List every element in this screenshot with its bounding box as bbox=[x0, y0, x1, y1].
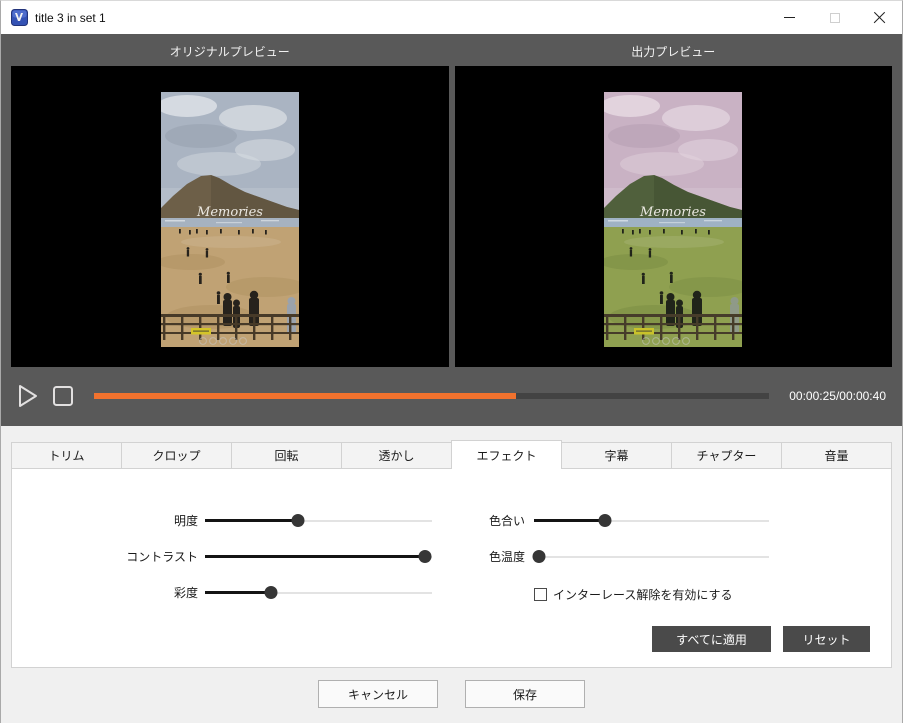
hue-slider[interactable] bbox=[534, 513, 769, 528]
seek-bar[interactable] bbox=[94, 393, 769, 399]
reset-button[interactable]: リセット bbox=[783, 626, 870, 652]
watermark-text: Memories bbox=[639, 205, 706, 220]
tab-subtitle[interactable]: 字幕 bbox=[562, 442, 671, 468]
saturation-label: 彩度 bbox=[102, 584, 198, 601]
output-preview-label: 出力プレビュー bbox=[455, 43, 893, 60]
app-window: title 3 in set 1 オリジナルプレビュー 出力プレビュー bbox=[0, 0, 903, 723]
brightness-slider[interactable] bbox=[205, 513, 432, 528]
stop-icon[interactable] bbox=[50, 383, 76, 409]
tab-chapter[interactable]: チャプター bbox=[671, 442, 781, 468]
cancel-button[interactable]: キャンセル bbox=[318, 680, 438, 708]
tab-trim[interactable]: トリム bbox=[11, 442, 121, 468]
color-temp-slider-handle[interactable] bbox=[532, 550, 545, 563]
minimize-icon[interactable] bbox=[767, 1, 812, 34]
output-preview-panel: Memories bbox=[455, 66, 893, 367]
hue-slider-handle[interactable] bbox=[598, 514, 611, 527]
contrast-label: コントラスト bbox=[102, 548, 198, 565]
editor-section: トリム クロップ 回転 透かし エフェクト 字幕 チャプター 音量 明度 bbox=[1, 426, 902, 723]
saturation-slider[interactable] bbox=[205, 585, 432, 600]
color-temp-slider[interactable] bbox=[534, 549, 769, 564]
deinterlace-checkbox[interactable] bbox=[534, 588, 547, 601]
deinterlace-label: インターレース解除を有効にする bbox=[553, 586, 733, 603]
original-preview-panel: Memories bbox=[11, 66, 449, 367]
saturation-slider-handle[interactable] bbox=[264, 586, 277, 599]
brightness-slider-handle[interactable] bbox=[292, 514, 305, 527]
tab-volume[interactable]: 音量 bbox=[781, 442, 892, 468]
contrast-slider[interactable] bbox=[205, 549, 432, 564]
time-display: 00:00:25/00:00:40 bbox=[789, 389, 886, 403]
contrast-slider-handle[interactable] bbox=[419, 550, 432, 563]
title-bar: title 3 in set 1 bbox=[1, 1, 902, 34]
hue-label: 色合い bbox=[475, 512, 525, 529]
tab-bar: トリム クロップ 回転 透かし エフェクト 字幕 チャプター 音量 bbox=[11, 439, 892, 468]
playback-controls: 00:00:25/00:00:40 bbox=[1, 367, 902, 425]
apply-all-button[interactable]: すべてに適用 bbox=[652, 626, 771, 652]
tab-rotate[interactable]: 回転 bbox=[231, 442, 341, 468]
seek-bar-fill bbox=[94, 393, 516, 399]
save-button[interactable]: 保存 bbox=[465, 680, 585, 708]
effect-panel: 明度 コントラスト 彩度 bbox=[11, 468, 892, 668]
window-title: title 3 in set 1 bbox=[35, 11, 106, 25]
output-preview-image: Memories bbox=[604, 92, 742, 347]
play-icon[interactable] bbox=[15, 383, 41, 409]
window-controls bbox=[767, 1, 902, 34]
close-icon[interactable] bbox=[857, 1, 902, 34]
preview-section: オリジナルプレビュー 出力プレビュー bbox=[1, 34, 902, 426]
app-logo-icon bbox=[11, 9, 28, 26]
tab-watermark[interactable]: 透かし bbox=[341, 442, 451, 468]
footer: キャンセル 保存 bbox=[1, 668, 902, 723]
original-preview-label: オリジナルプレビュー bbox=[11, 43, 449, 60]
original-preview-image: Memories bbox=[161, 92, 299, 347]
tab-crop[interactable]: クロップ bbox=[121, 442, 231, 468]
brightness-label: 明度 bbox=[102, 512, 198, 529]
color-temp-label: 色温度 bbox=[475, 548, 525, 565]
tab-effect[interactable]: エフェクト bbox=[451, 440, 562, 469]
maximize-icon bbox=[812, 1, 857, 34]
watermark-text: Memories bbox=[196, 205, 263, 220]
